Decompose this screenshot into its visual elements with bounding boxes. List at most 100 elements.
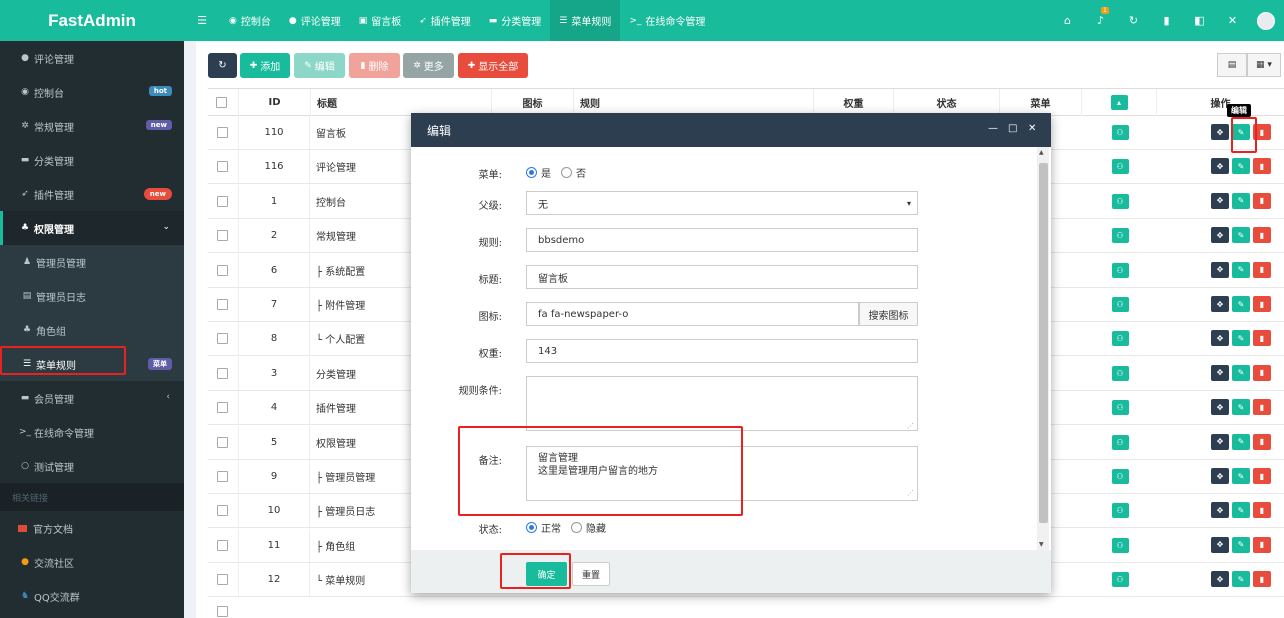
sidebar-toggle-button[interactable]: ☰ [184,0,220,41]
status-hidden-radio[interactable] [571,522,582,533]
row-checkbox[interactable] [217,460,228,493]
sidebar-item-user[interactable]: ▬ 会员管理 ‹ [0,381,184,415]
tab-comments[interactable]: ● 评论管理 [280,0,350,41]
delete-icon[interactable]: ▮ [1253,296,1271,312]
fullscreen-icon[interactable]: ✕ [1216,14,1249,27]
maximize-icon[interactable]: □ [1008,123,1017,134]
sidebar-item-category[interactable]: ▬ 分类管理 [0,143,184,177]
col-expand[interactable]: ▴ [1081,89,1156,116]
home-icon[interactable]: ⌂ [1051,14,1084,27]
drag-icon[interactable]: ✥ [1211,261,1229,278]
sidebar-link-docs[interactable]: 官方文档 [0,511,184,545]
drag-icon[interactable]: ✥ [1211,192,1229,209]
scroll-down-icon[interactable]: ▼ [1039,541,1044,548]
drag-icon[interactable]: ✥ [1211,468,1229,484]
edit-icon[interactable]: ✎ [1232,571,1250,588]
sidebar-item-test[interactable]: ○ 测试管理 [0,449,184,483]
delete-icon[interactable]: ▮ [1253,571,1271,588]
drag-icon[interactable]: ✥ [1211,227,1229,244]
delete-icon[interactable]: ▮ [1253,124,1271,140]
drag-icon[interactable]: ✥ [1211,536,1229,553]
drag-icon[interactable]: ✥ [1211,158,1229,175]
row-checkbox[interactable] [217,563,228,596]
col-icon[interactable]: 图标 [491,89,573,116]
delete-icon[interactable]: ▮ [1253,192,1271,209]
status-normal-radio[interactable] [526,522,537,533]
row-menu-toggle[interactable]: ⚇ [1108,563,1132,596]
row-checkbox[interactable] [217,116,228,149]
row-checkbox[interactable] [217,219,228,252]
row-menu-toggle[interactable]: ⚇ [1108,357,1132,390]
tab-addon[interactable]: ➶ 插件管理 [410,0,480,41]
sidebar-item-admin[interactable]: ♟ 管理员管理 [0,245,184,279]
row-menu-toggle[interactable]: ⚇ [1108,116,1132,149]
edit-icon[interactable]: ✎ [1232,296,1250,312]
row-menu-toggle[interactable]: ⚇ [1108,426,1132,459]
row-menu-toggle[interactable]: ⚇ [1108,322,1132,355]
tab-rule[interactable]: ☰ 菜单规则 [550,0,621,41]
title-input[interactable]: 留言板 [526,265,918,289]
condition-textarea[interactable]: ⋰ [526,376,918,431]
row-menu-toggle[interactable]: ⚇ [1108,529,1132,562]
trash-icon[interactable]: ▮ [1150,14,1183,27]
edit-icon[interactable]: ✎ [1232,227,1250,244]
menu-no-radio[interactable] [561,167,572,178]
delete-icon[interactable]: ▮ [1253,433,1271,450]
bell-icon[interactable]: ♪ 1 [1084,7,1117,27]
sidebar-item-command[interactable]: >_ 在线命令管理 [0,415,184,449]
row-menu-toggle[interactable]: ⚇ [1108,254,1132,287]
col-id[interactable]: ID [238,89,310,116]
drag-icon[interactable]: ✥ [1211,433,1229,450]
menu-yes-radio[interactable] [526,167,537,178]
tab-dashboard[interactable]: ◉ 控制台 [220,0,280,41]
drag-icon[interactable]: ✥ [1211,330,1229,347]
col-menu[interactable]: 菜单 [999,89,1081,116]
row-menu-toggle[interactable]: ⚇ [1108,185,1132,218]
parent-select[interactable]: 无 ▾ [526,191,918,215]
scroll-thumb[interactable] [1039,163,1048,523]
sidebar-link-forum[interactable]: ● 交流社区 [0,545,184,579]
scroll-up-icon[interactable]: ▲ [1039,149,1044,156]
row-menu-toggle[interactable]: ⚇ [1108,288,1132,321]
edit-icon[interactable]: ✎ [1232,192,1250,209]
col-status[interactable]: 状态 [893,89,999,116]
weigh-input[interactable]: 143 [526,339,918,363]
col-title[interactable]: 标题 [310,89,491,116]
refresh-icon[interactable]: ↻ [1117,14,1150,27]
row-checkbox[interactable] [217,322,228,355]
sidebar-item-general[interactable]: ✲ 常规管理 new [0,109,184,143]
delete-icon[interactable]: ▮ [1253,364,1271,381]
row-menu-toggle[interactable]: ⚇ [1108,494,1132,527]
tab-command[interactable]: >_ 在线命令管理 [620,0,714,41]
drag-icon[interactable]: ✥ [1211,571,1229,588]
drag-icon[interactable]: ✥ [1211,364,1229,381]
delete-icon[interactable]: ▮ [1253,330,1271,347]
row-checkbox[interactable] [217,529,228,562]
sidebar-item-group[interactable]: ♣ 角色组 [0,313,184,347]
delete-button[interactable]: ▮ 删除 [349,53,400,78]
edit-icon[interactable]: ✎ [1232,124,1250,140]
delete-icon[interactable]: ▮ [1253,399,1271,416]
row-checkbox[interactable] [217,288,228,321]
drag-icon[interactable]: ✥ [1211,296,1229,312]
row-checkbox[interactable] [217,604,228,618]
minimize-icon[interactable]: — [988,123,998,134]
drag-icon[interactable]: ✥ [1211,399,1229,416]
drag-icon[interactable]: ✥ [1211,502,1229,519]
row-menu-toggle[interactable]: ⚇ [1108,150,1132,183]
edit-icon[interactable]: ✎ [1232,399,1250,416]
sidebar-item-comments[interactable]: ● 评论管理 [0,41,184,75]
edit-icon[interactable]: ✎ [1232,330,1250,347]
row-checkbox[interactable] [217,150,228,183]
col-weigh[interactable]: 权重 [813,89,893,116]
toggle-view-button[interactable]: ▤ [1217,53,1247,77]
delete-icon[interactable]: ▮ [1253,227,1271,244]
sidebar-item-rule[interactable]: ☰ 菜单规则 菜单 [0,347,184,381]
row-menu-toggle[interactable]: ⚇ [1108,460,1132,493]
columns-button[interactable]: ▦ ▾ [1247,53,1281,77]
edit-icon[interactable]: ✎ [1232,536,1250,553]
delete-icon[interactable]: ▮ [1253,468,1271,484]
sidebar-item-dashboard[interactable]: ◉ 控制台 hot [0,75,184,109]
delete-icon[interactable]: ▮ [1253,158,1271,175]
row-checkbox[interactable] [217,254,228,287]
